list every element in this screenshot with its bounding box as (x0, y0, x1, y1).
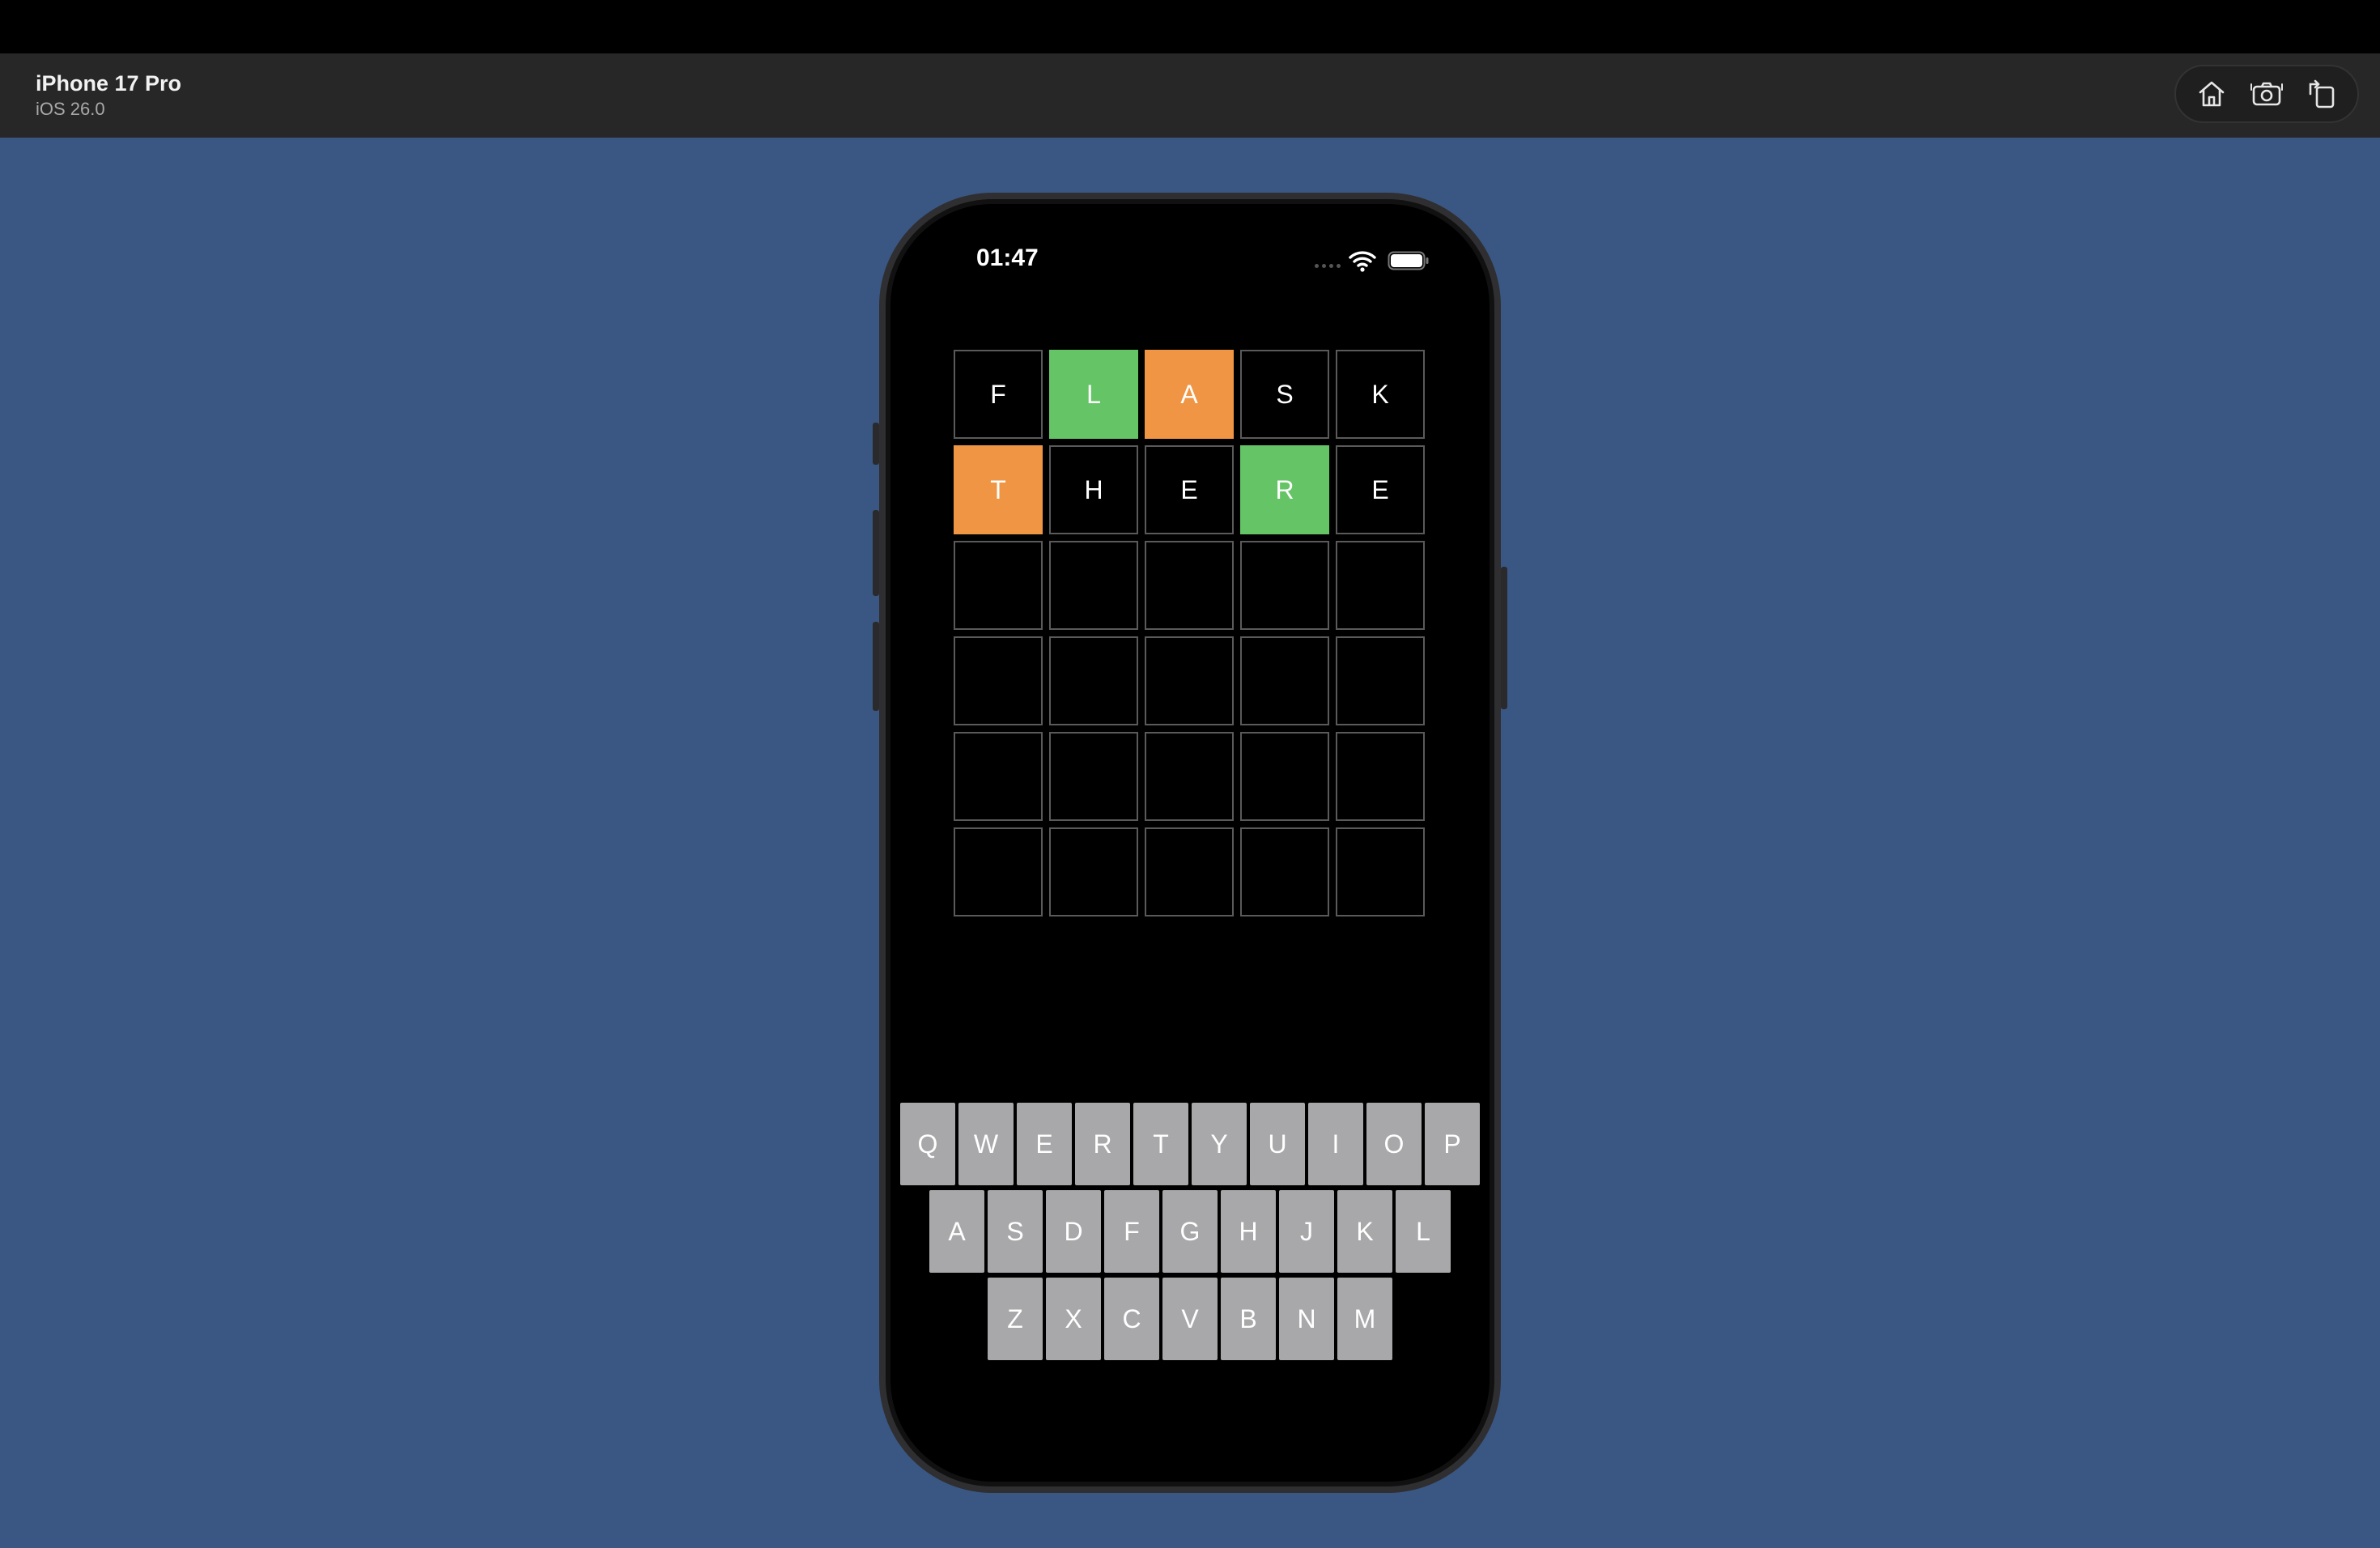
board-row (954, 636, 1428, 725)
key-y[interactable]: Y (1192, 1103, 1247, 1185)
letter-tile (1049, 541, 1138, 630)
home-button[interactable] (2189, 71, 2234, 117)
os-version: iOS 26.0 (36, 99, 105, 119)
letter-tile (1049, 732, 1138, 821)
board-row: THERE (954, 445, 1428, 534)
keyboard-row: QWERTYUIOP (890, 1103, 1490, 1185)
key-m[interactable]: M (1337, 1278, 1392, 1360)
device-name: iPhone 17 Pro (36, 71, 182, 96)
board-row (954, 732, 1428, 821)
toolbar-button-group (2174, 65, 2359, 123)
letter-tile (954, 827, 1043, 916)
board-row (954, 827, 1428, 916)
cellular-signal-icon (1315, 264, 1341, 268)
battery-icon (1388, 251, 1429, 270)
letter-tile (1145, 636, 1234, 725)
letter-tile: E (1145, 445, 1234, 534)
key-d[interactable]: D (1046, 1190, 1101, 1273)
window-top-strip (0, 0, 2380, 53)
key-u[interactable]: U (1250, 1103, 1305, 1185)
key-b[interactable]: B (1221, 1278, 1276, 1360)
key-e[interactable]: E (1017, 1103, 1072, 1185)
letter-tile (1336, 827, 1425, 916)
key-r[interactable]: R (1075, 1103, 1130, 1185)
key-f[interactable]: F (1104, 1190, 1159, 1273)
screenshot-icon (2250, 82, 2283, 106)
key-j[interactable]: J (1279, 1190, 1334, 1273)
letter-tile (1049, 636, 1138, 725)
letter-tile (1145, 732, 1234, 821)
letter-tile (1336, 541, 1425, 630)
volume-down-button (873, 622, 879, 711)
letter-tile: L (1049, 350, 1138, 439)
key-t[interactable]: T (1133, 1103, 1188, 1185)
key-v[interactable]: V (1162, 1278, 1218, 1360)
volume-up-button (873, 510, 879, 596)
letter-tile (954, 541, 1043, 630)
letter-tile (1336, 636, 1425, 725)
keyboard-row: ASDFGHJKL (890, 1190, 1490, 1273)
letter-tile (1336, 732, 1425, 821)
letter-tile (1145, 541, 1234, 630)
letter-tile: K (1336, 350, 1425, 439)
letter-tile (1240, 827, 1329, 916)
home-icon (2199, 81, 2225, 107)
key-p[interactable]: P (1425, 1103, 1480, 1185)
letter-tile (1240, 732, 1329, 821)
key-q[interactable]: Q (900, 1103, 955, 1185)
letter-tile: T (954, 445, 1043, 534)
key-w[interactable]: W (958, 1103, 1014, 1185)
letter-tile: E (1336, 445, 1425, 534)
letter-tile (954, 636, 1043, 725)
key-k[interactable]: K (1337, 1190, 1392, 1273)
letter-tile (1240, 541, 1329, 630)
key-l[interactable]: L (1396, 1190, 1451, 1273)
key-i[interactable]: I (1308, 1103, 1363, 1185)
letter-tile: H (1049, 445, 1138, 534)
key-a[interactable]: A (929, 1190, 984, 1273)
key-o[interactable]: O (1366, 1103, 1422, 1185)
letter-tile (954, 732, 1043, 821)
keyboard-row: ZXCVBNM (890, 1278, 1490, 1360)
letter-tile: R (1240, 445, 1329, 534)
device-screen: 01:47 FLASKTHERE QWERTYUIOPASDFGHJKLZXCV… (890, 204, 1490, 1482)
key-h[interactable]: H (1221, 1190, 1276, 1273)
key-g[interactable]: G (1162, 1190, 1218, 1273)
board-row (954, 541, 1428, 630)
letter-tile (1145, 827, 1234, 916)
status-time: 01:47 (976, 245, 1039, 271)
key-x[interactable]: X (1046, 1278, 1101, 1360)
letter-tile: S (1240, 350, 1329, 439)
letter-tile: A (1145, 350, 1234, 439)
on-screen-keyboard: QWERTYUIOPASDFGHJKLZXCVBNM (890, 1103, 1490, 1365)
letter-tile (1240, 636, 1329, 725)
board-row: FLASK (954, 350, 1428, 439)
key-n[interactable]: N (1279, 1278, 1334, 1360)
letter-tile: F (954, 350, 1043, 439)
game-board: FLASKTHERE (954, 350, 1428, 923)
key-c[interactable]: C (1104, 1278, 1159, 1360)
power-button (1501, 567, 1507, 709)
key-s[interactable]: S (988, 1190, 1043, 1273)
screenshot-button[interactable] (2244, 71, 2289, 117)
rotate-icon (2309, 79, 2335, 108)
letter-tile (1049, 827, 1138, 916)
simulator-toolbar: iPhone 17 Pro iOS 26.0 (0, 53, 2380, 138)
wifi-icon (1349, 251, 1376, 272)
rotate-button[interactable] (2299, 71, 2344, 117)
key-z[interactable]: Z (988, 1278, 1043, 1360)
action-button (873, 423, 879, 465)
